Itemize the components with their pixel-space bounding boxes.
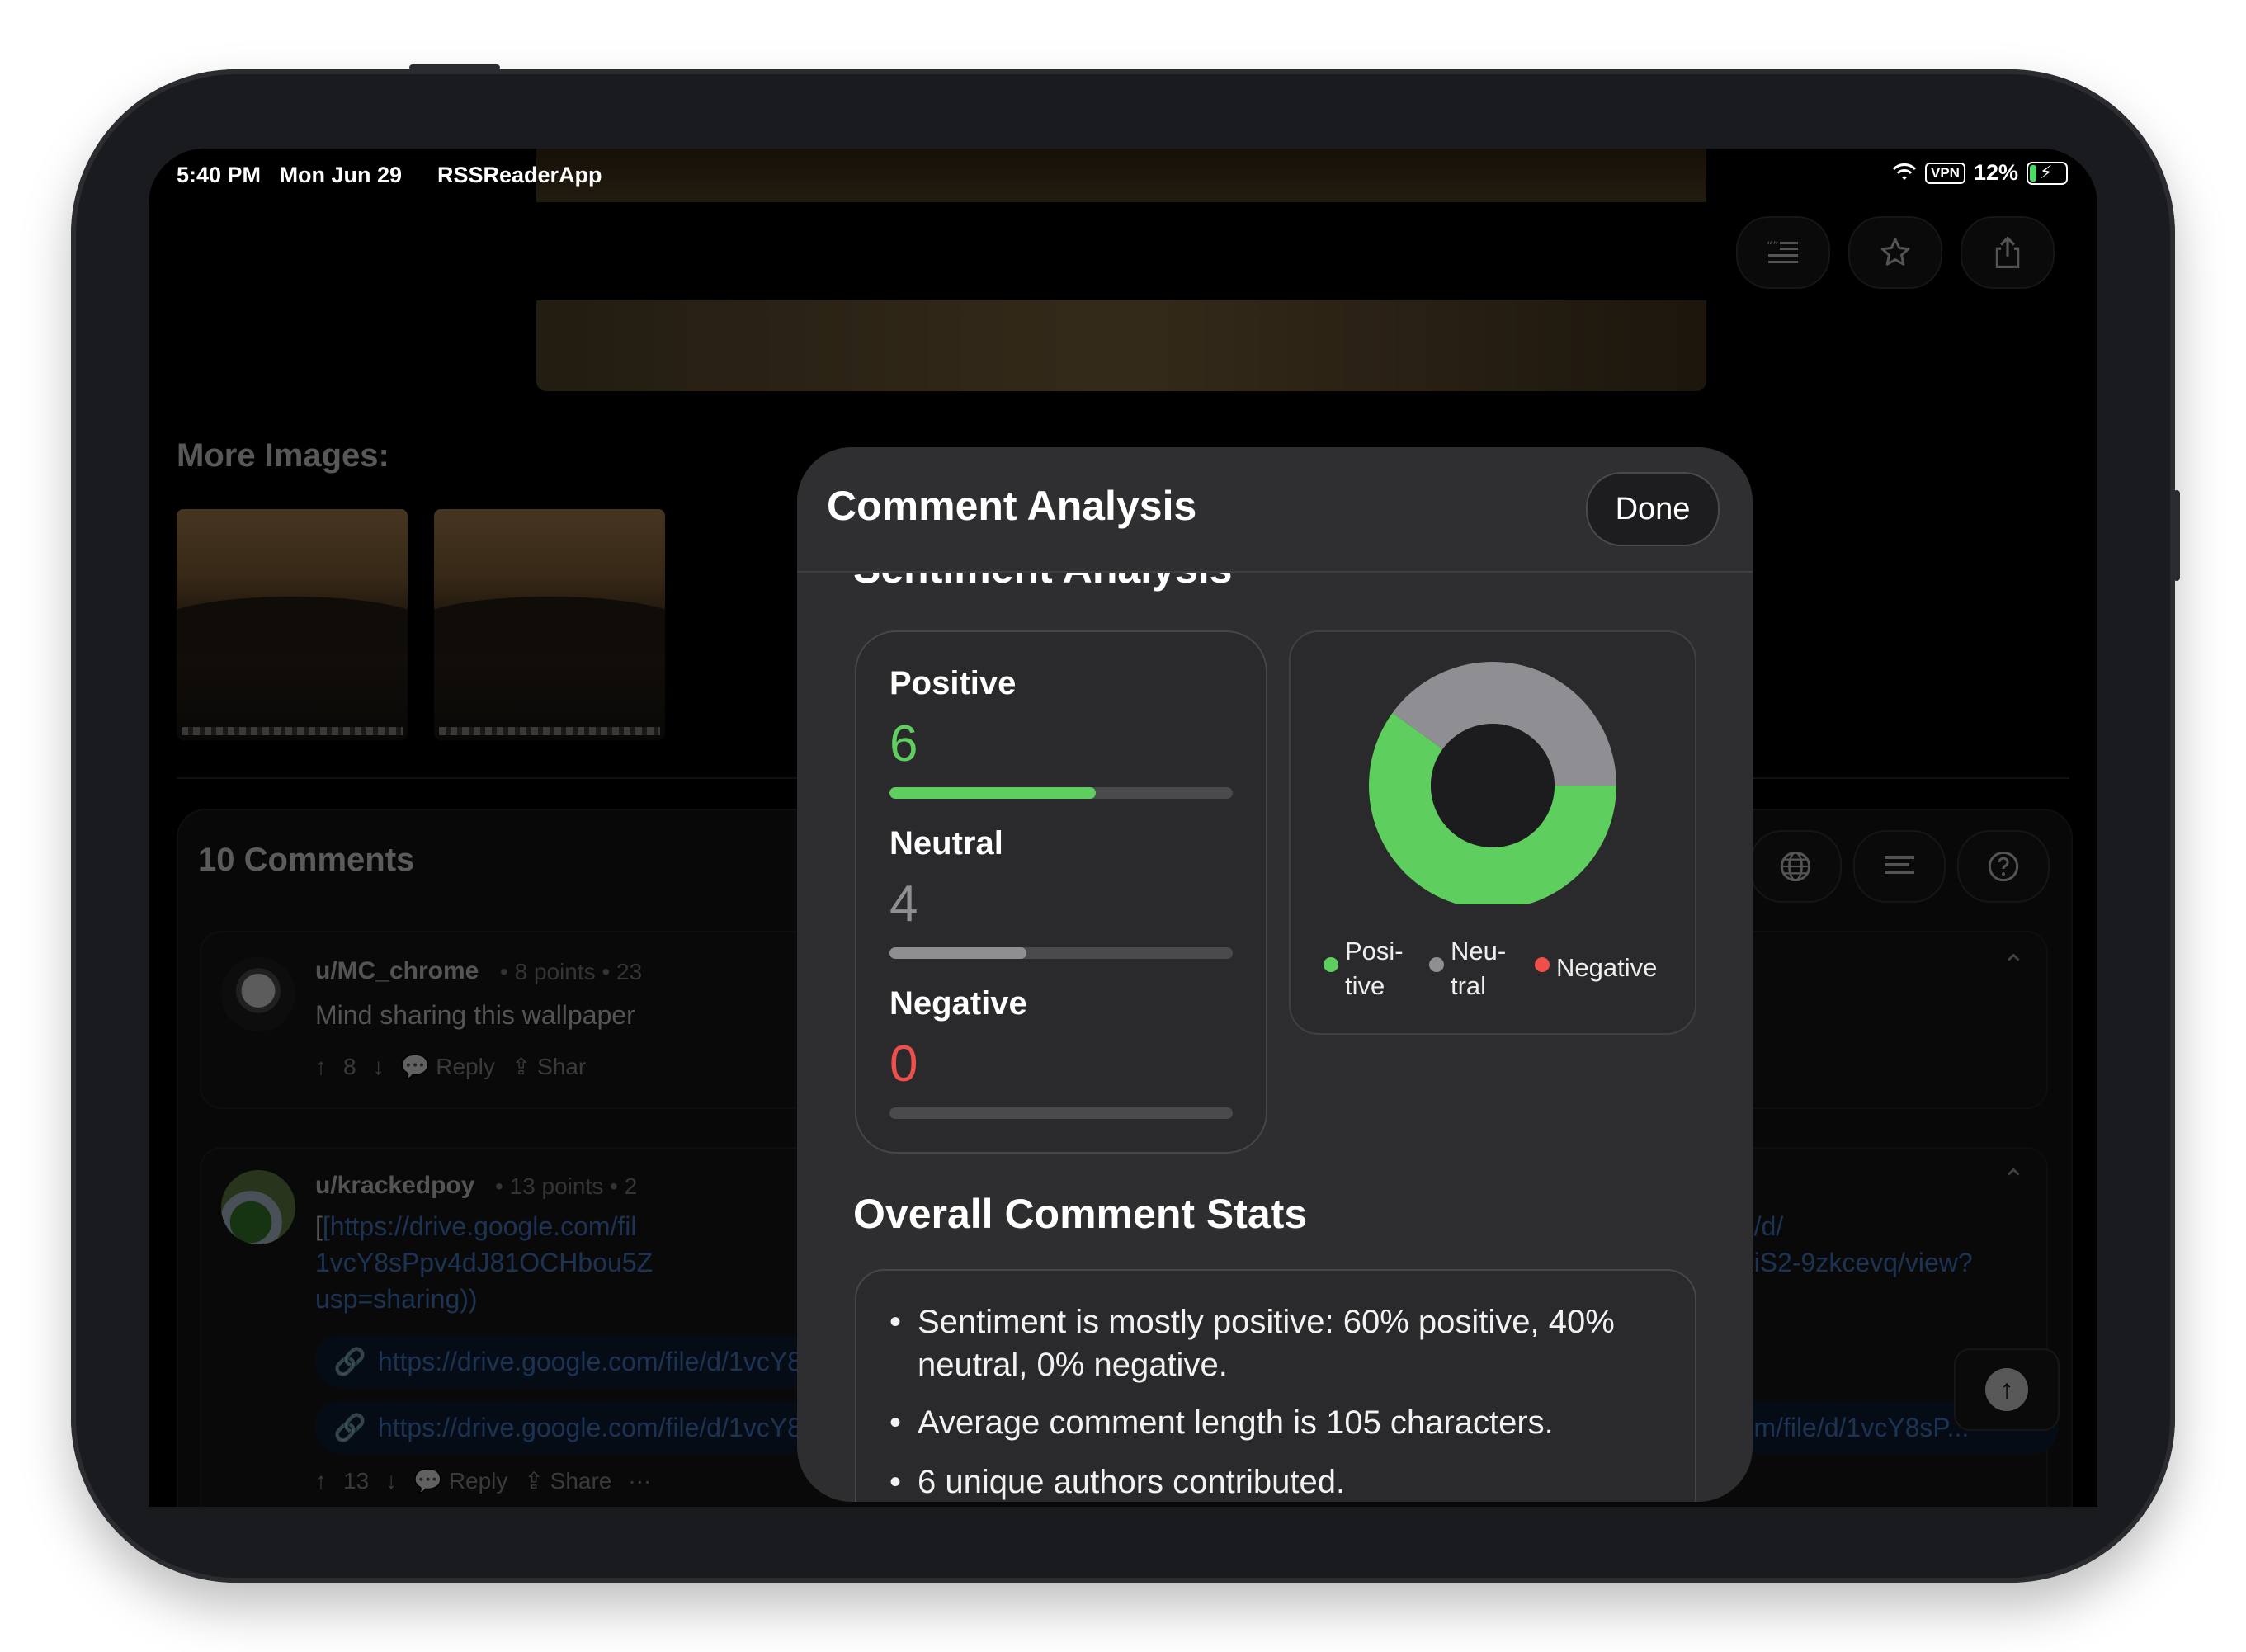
- neutral-bar-track: [889, 947, 1233, 959]
- list-icon: [1885, 856, 1914, 874]
- summary-button[interactable]: [1853, 830, 1946, 903]
- comment-actions: ↑ 13 ↓ 💬 Reply ⇪ Share ···: [315, 1467, 651, 1494]
- comment-body: [[https://drive.google.com/fil: [315, 1211, 637, 1241]
- positive-bar-fill: [889, 787, 1096, 799]
- neutral-label: Neutral: [889, 825, 1003, 861]
- avatar[interactable]: [221, 1170, 295, 1244]
- comment-author[interactable]: u/MC_chrome: [315, 957, 479, 985]
- negative-bar-track: [889, 1107, 1233, 1119]
- top-button: [409, 64, 500, 71]
- scroll-to-top-button[interactable]: ↑: [1954, 1348, 2060, 1431]
- upvote-count: 8: [343, 1053, 356, 1079]
- collapse-chevron-icon[interactable]: ⌃: [2002, 949, 2026, 982]
- comment-actions: ↑ 8 ↓ 💬 Reply ⇪ Shar: [315, 1053, 586, 1080]
- reply-button[interactable]: 💬 Reply: [413, 1467, 507, 1494]
- reader-icon: “”: [1767, 240, 1798, 263]
- reader-mode-button[interactable]: “”: [1736, 216, 1830, 289]
- comment-share-button[interactable]: ⇪ Share: [524, 1467, 611, 1494]
- positive-bar-track: [889, 787, 1233, 799]
- legend-negative: Negative: [1556, 953, 1658, 982]
- positive-label: Positive: [889, 665, 1017, 701]
- sentiment-pie-chart: [1369, 662, 1616, 904]
- negative-label: Negative: [889, 985, 1027, 1022]
- wifi-icon: [1892, 163, 1917, 180]
- battery-icon: ⚡: [2027, 161, 2068, 185]
- neutral-count: 4: [889, 876, 918, 932]
- collapse-chevron-icon[interactable]: ⌃: [2002, 1163, 2026, 1197]
- stat-item: Sentiment is mostly positive: 60% positi…: [889, 1300, 1693, 1386]
- upvote-count: 13: [343, 1467, 370, 1494]
- downvote-icon[interactable]: ↓: [385, 1468, 397, 1494]
- comment-author[interactable]: u/krackedpoy: [315, 1172, 474, 1200]
- comment-share-button[interactable]: ⇪ Shar: [512, 1053, 586, 1080]
- upvote-icon[interactable]: ↑: [315, 1054, 327, 1080]
- status-bar: 5:40 PM Mon Jun 29 RSSReaderApp VPN 12% …: [149, 149, 2097, 206]
- vpn-badge: VPN: [1924, 162, 1965, 184]
- globe-icon: [1780, 851, 1811, 882]
- stat-item: 6 unique authors contributed.: [889, 1461, 1693, 1502]
- side-button: [2173, 490, 2180, 581]
- neutral-bar-fill: [889, 947, 1027, 959]
- comment-body: Mind sharing this wallpaper: [315, 1000, 635, 1030]
- modal-header: Comment Analysis Done: [797, 447, 1753, 573]
- legend-dot-negative: [1535, 957, 1550, 972]
- legend-dot-positive: [1324, 957, 1338, 972]
- reply-button[interactable]: 💬 Reply: [401, 1053, 495, 1080]
- legend-dot-neutral: [1429, 957, 1444, 972]
- more-images-title: More Images:: [177, 437, 389, 474]
- hero-image-bottom: [536, 300, 1706, 391]
- negative-count: 0: [889, 1036, 918, 1093]
- comment-link[interactable]: 1vcY8sPpv4dJ81OCHbou5Z: [315, 1244, 653, 1281]
- positive-count: 6: [889, 715, 918, 772]
- comment-meta: • 13 points • 2: [495, 1173, 638, 1199]
- link-icon: 🔗: [333, 1347, 366, 1376]
- modal-title: Comment Analysis: [827, 483, 1197, 529]
- help-button[interactable]: [1957, 830, 2050, 903]
- legend-positive: Posi-tive: [1345, 937, 1404, 1000]
- pie-center: [1431, 724, 1555, 847]
- comment-meta: • 8 points • 23: [500, 959, 643, 984]
- stats-section-title: Overall Comment Stats: [853, 1191, 1308, 1237]
- battery-percent: 12%: [1973, 160, 2018, 185]
- share-button[interactable]: [1961, 216, 2055, 289]
- sentiment-pie-card: Posi-tive Neu-tral Negative: [1289, 630, 1696, 1035]
- svg-text:“”: “”: [1767, 240, 1779, 253]
- stats-card: Sentiment is mostly positive: 60% positi…: [855, 1269, 1696, 1502]
- help-icon: [1988, 851, 2019, 882]
- more-options-button[interactable]: ···: [628, 1468, 651, 1494]
- stat-item: Average comment length is 105 characters…: [889, 1401, 1693, 1444]
- comment-link[interactable]: [https://drive.google.com/fil: [323, 1211, 637, 1241]
- legend-neutral: Neu-tral: [1451, 937, 1507, 1000]
- done-button[interactable]: Done: [1586, 472, 1720, 546]
- image-thumbnail[interactable]: [177, 509, 408, 740]
- status-time: 5:40 PM Mon Jun 29: [177, 163, 403, 187]
- favorite-button[interactable]: [1848, 216, 1942, 289]
- comment-link[interactable]: usp=sharing)): [315, 1281, 478, 1317]
- sentiment-breakdown-card: Positive 6 Neutral 4 Negative 0: [855, 630, 1267, 1154]
- share-icon: [1995, 236, 2020, 268]
- translate-button[interactable]: [1749, 830, 1842, 903]
- status-right: VPN 12% ⚡: [1892, 160, 2068, 186]
- comment-analysis-modal: Comment Analysis Done Sentiment Analysis…: [797, 447, 1753, 1502]
- arrow-up-icon: ↑: [1985, 1368, 2028, 1411]
- screen: 5:40 PM Mon Jun 29 RSSReaderApp VPN 12% …: [149, 149, 2097, 1507]
- image-thumbnail[interactable]: [434, 509, 665, 740]
- link-icon: 🔗: [333, 1413, 366, 1442]
- avatar[interactable]: [221, 957, 295, 1031]
- comments-title: 10 Comments: [198, 842, 415, 878]
- status-app-name: RSSReaderApp: [437, 163, 602, 187]
- upvote-icon[interactable]: ↑: [315, 1468, 327, 1494]
- downvote-icon[interactable]: ↓: [373, 1054, 385, 1080]
- star-icon: [1880, 238, 1910, 266]
